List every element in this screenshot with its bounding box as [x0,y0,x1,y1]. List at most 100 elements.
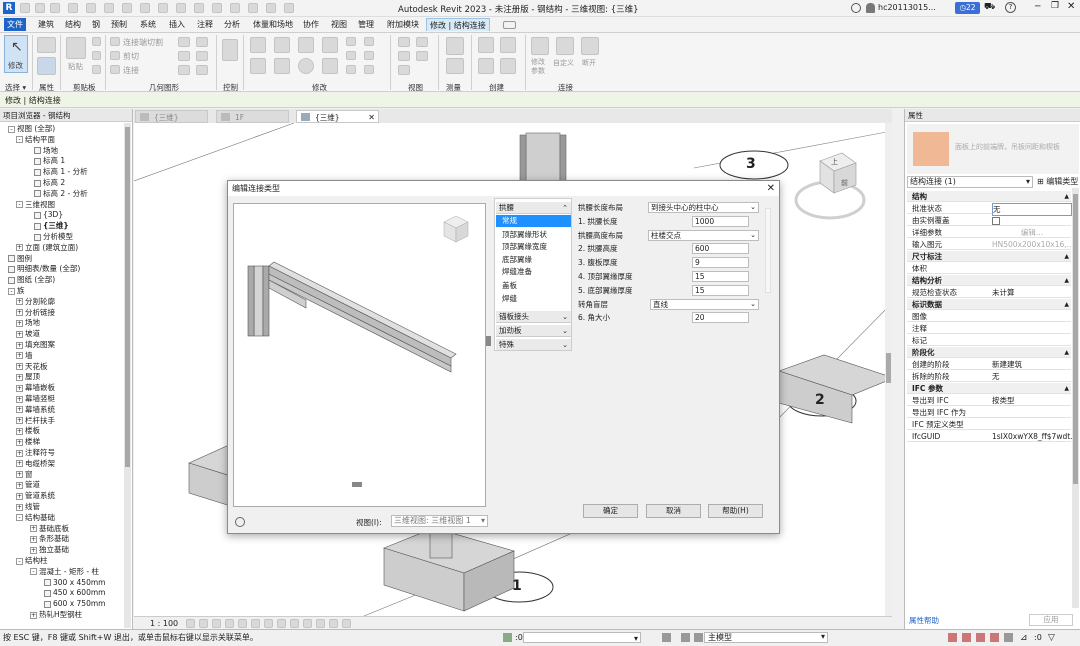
parameter-dropdown[interactable]: 到接头中心的柱中心 ⌄ [648,202,759,213]
dialog-close-icon[interactable]: ✕ [767,181,775,196]
text-icon[interactable] [176,3,186,13]
expand-icon[interactable]: + [16,481,23,489]
tag-icon[interactable] [158,3,168,13]
collapse-icon[interactable]: ▲ [1064,383,1069,394]
tree-item[interactable]: + 基础底板 [30,523,69,534]
property-row[interactable]: 拆除的阶段 无 [907,371,1071,382]
expand-icon[interactable]: + [16,417,23,425]
notification-badge[interactable]: ◷22 [955,2,980,14]
apply-button[interactable]: 应用 [1029,614,1073,626]
properties-help-link[interactable]: 属性帮助 [909,615,939,626]
cut-geometry-icon[interactable] [110,51,120,60]
design-option-selector[interactable]: ▾ [523,632,641,643]
trim-icon[interactable] [322,58,338,74]
thin-lines-icon[interactable] [230,3,240,13]
tree-item[interactable]: 场地 [34,145,58,156]
tree-item[interactable]: + 墙 [16,350,33,361]
tab-massing[interactable]: 体量和场地 [250,18,296,31]
panel-toggle-icon[interactable] [503,21,516,29]
offset-icon[interactable] [274,37,290,53]
tree-item[interactable]: + 热轧H型钢柱 [30,609,82,620]
property-row[interactable]: 导出到 IFC 作为 [907,407,1071,418]
tab-structure[interactable]: 结构 [62,18,84,31]
tree-item[interactable]: 300 x 450mm [44,577,105,588]
select-underlay-icon[interactable] [962,633,971,642]
join-icon[interactable] [110,65,120,74]
create-group-icon[interactable] [500,37,516,53]
override-checkbox[interactable] [992,217,1000,225]
tab-precast[interactable]: 预制 [108,18,130,31]
expand-icon[interactable]: + [16,492,23,500]
design-options-icon[interactable] [681,633,690,642]
tree-item[interactable]: 标高 2 [34,177,65,188]
tree-item[interactable]: 图纸 (全部) [8,274,55,285]
expand-icon[interactable]: + [16,319,23,327]
lock-view-icon[interactable] [251,619,260,628]
property-value[interactable]: HN500x200x10x16,... [992,239,1072,250]
view-cube-front-label[interactable]: 前 [841,178,848,188]
tab-modify-connection[interactable]: 修改 | 结构连接 [426,18,490,31]
expand-icon[interactable]: + [16,460,23,468]
scale-icon[interactable] [346,65,356,74]
property-section[interactable]: 尺寸标注 ▲ [907,251,1071,262]
tree-item[interactable]: 图例 [8,253,32,264]
geometry-tool-3-icon[interactable] [178,51,190,61]
align-icon[interactable] [250,37,266,53]
cart-icon[interactable]: ⛟ [984,2,995,13]
modify-button[interactable]: ↖ 修改 [4,35,28,73]
tree-item[interactable]: 明细表/数量 (全部) [8,263,80,274]
tab-addins[interactable]: 附加模块 [384,18,422,31]
expand-icon[interactable]: + [16,352,23,360]
property-value[interactable]: 1sIX0xwYX8_ff$7wdt... [992,431,1072,442]
tab-analyze[interactable]: 分析 [221,18,243,31]
tree-item[interactable]: + 屋顶 [16,371,40,382]
property-section[interactable]: 阶段化 ▲ [907,347,1071,358]
collapse-icon[interactable]: ▲ [1064,299,1069,310]
sun-path-icon[interactable] [212,619,221,628]
print-icon[interactable] [104,3,114,13]
property-row[interactable]: 注释 [907,323,1071,334]
category-item[interactable]: 盖板 [496,280,571,292]
explode-label[interactable]: 断开 [582,58,596,68]
view-cube-top-label[interactable]: 上 [831,157,838,167]
tab-architecture[interactable]: 建筑 [35,18,57,31]
category-item[interactable]: 顶部翼缘宽度 [496,241,571,253]
tab-systems[interactable]: 系统 [137,18,159,31]
view-tab-1f[interactable]: 1F [216,110,289,123]
property-row[interactable]: 标记 [907,335,1071,346]
user-icon[interactable] [866,3,875,13]
help-icon[interactable]: ? [1005,2,1016,13]
editable-only-icon[interactable] [662,633,671,642]
tree-item[interactable]: 600 x 750mm [44,598,105,609]
filter-icon[interactable]: ⊿ [1020,631,1028,646]
property-section[interactable]: 标识数据 ▲ [907,299,1071,310]
parameter-input[interactable]: 1000 [692,215,749,227]
property-row[interactable]: 批准状态无 [907,203,1072,216]
tree-item[interactable]: 标高 1 - 分析 [34,166,88,177]
tree-item[interactable]: + 分割轮廓 [16,296,55,307]
property-row[interactable]: 创建的阶段 新建建筑 [907,359,1071,370]
tab-manage[interactable]: 管理 [355,18,377,31]
category-item[interactable]: 焊缝准备 [496,266,571,278]
filter-funnel-icon[interactable]: ▽ [1048,631,1055,646]
property-value[interactable]: 未计算 [992,287,1072,298]
tree-item[interactable]: + 幕墙系统 [16,404,55,415]
minimize-icon[interactable]: ─ [1035,2,1040,12]
tree-item[interactable]: + 场地 [16,317,40,328]
collapse-icon[interactable]: ▲ [1064,191,1069,202]
tree-item[interactable]: + 分析链接 [16,307,55,318]
override-graphics-icon[interactable] [416,37,428,47]
property-value[interactable]: 按类型 [992,395,1072,406]
collapse-icon[interactable]: - [16,514,23,522]
parameter-dropdown[interactable]: 柱楼交点 ⌄ [648,229,759,241]
help-button[interactable]: 帮助(H) [708,504,763,518]
tree-item[interactable]: + 管道系统 [16,490,55,501]
property-value[interactable]: 无 [992,371,1072,382]
modify-params-icon[interactable] [531,37,549,55]
view-selector[interactable]: 三维视图: 三维视图 1 ▾ [391,515,488,527]
property-section[interactable]: IFC 参数 ▲ [907,383,1071,394]
property-row[interactable]: 导出到 IFC 按类型 [907,395,1071,406]
expand-icon[interactable]: ⌄ [562,325,568,337]
collapse-icon[interactable]: - [30,568,37,576]
section-icon[interactable] [212,3,222,13]
